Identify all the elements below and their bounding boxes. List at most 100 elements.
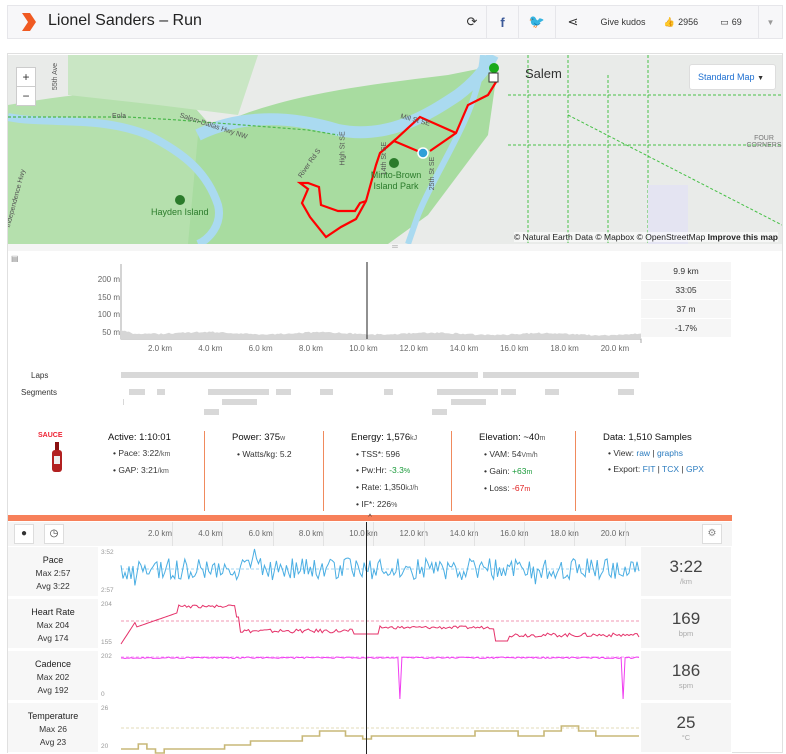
share-icon[interactable]: ⋖ [560, 6, 586, 38]
active-stats: Active: 1:10:01 • Pace: 3:22/km • GAP: 3… [108, 426, 171, 516]
facebook-icon[interactable]: f [486, 6, 518, 38]
x-tick: 4.0 km [198, 344, 223, 353]
segment-bar[interactable] [618, 389, 634, 395]
map-label-25th-st: 25th St SE [429, 156, 437, 191]
cursor-time: 33:05 [641, 281, 731, 299]
segment-bar[interactable] [432, 409, 447, 415]
export-fit-link[interactable]: FIT [643, 464, 656, 474]
unit: /km [679, 577, 693, 586]
give-kudos-button[interactable]: Give kudos [598, 6, 648, 38]
y-max-label: 3:52 [101, 549, 114, 556]
segment-bar[interactable] [123, 399, 124, 405]
unit: m [524, 486, 531, 493]
stat-label: • Pace: [113, 448, 141, 458]
gear-icon[interactable]: ⚙ [702, 524, 722, 544]
x-tick: 18.0 km [550, 344, 579, 353]
caret-down-icon: ▼ [757, 75, 764, 82]
activity-panel: Salem Minto-Brown Island Park Hayden Isl… [7, 53, 783, 754]
segment-bar[interactable] [545, 389, 559, 395]
view-graphs-link[interactable]: graphs [657, 448, 683, 458]
export-tcx-link[interactable]: TCX [662, 464, 679, 474]
pace-value: 3:22 [142, 448, 159, 458]
caret-down-icon[interactable]: ▼ [758, 6, 782, 38]
kudos-count[interactable]: 👍 2956 [661, 6, 701, 38]
stream-plot[interactable]: 3:52 2:57 [98, 547, 641, 596]
y-min-label: 0 [101, 691, 105, 698]
elevation-x-axis: 2.0 km 4.0 km 6.0 km 8.0 km 10.0 km 12.0 km 14… [8, 344, 648, 354]
map-attribution: © Natural Earth Data © Mapbox © OpenStre… [513, 232, 778, 242]
active-time: 1:10:01 [139, 432, 171, 443]
stream-line-chart [121, 656, 640, 700]
segment-bar[interactable] [129, 389, 145, 395]
power-stats: Power: 375w • Watts/kg: 5.2 [232, 426, 292, 516]
cursor-grade: -1.7% [641, 319, 731, 337]
stream-max: Max 2:57 [35, 568, 71, 578]
tick-line [473, 522, 475, 546]
map-canvas[interactable] [8, 55, 782, 244]
segment-bar[interactable] [437, 389, 498, 395]
route-map[interactable]: Salem Minto-Brown Island Park Hayden Isl… [8, 55, 782, 244]
segment-bar[interactable] [204, 409, 219, 415]
stream-max: Max 26 [39, 724, 67, 734]
tick-line [624, 522, 626, 546]
elevation-value: ~40 [523, 432, 540, 443]
unit: % [403, 468, 411, 475]
stream-avg: Avg 192 [37, 685, 69, 695]
refresh-icon[interactable]: ⟳ [460, 6, 484, 38]
zoom-in-button[interactable]: + [16, 67, 36, 87]
stat-label: • VAM: [484, 449, 510, 459]
segment-bar[interactable] [501, 389, 516, 395]
comment-count[interactable]: ▭ 69 [713, 6, 749, 38]
zoom-out-button[interactable]: − [16, 86, 36, 106]
stream-plot[interactable]: 26 20 [98, 703, 641, 754]
export-gpx-link[interactable]: GPX [686, 464, 704, 474]
stat-label: • GAP: [113, 465, 139, 475]
stream-row-temperature: Temperature Max 26 Avg 23 26 20 25 °C [8, 703, 732, 754]
y-tick: 150 m [97, 292, 120, 302]
current-value: 25 [676, 713, 696, 732]
map-style-select[interactable]: Standard Map ▼ [689, 64, 776, 90]
segment-bar[interactable] [222, 399, 257, 405]
samples-value: 1,510 Samples [628, 432, 692, 443]
tss-value: 596 [385, 449, 400, 459]
stream-line-chart [120, 604, 640, 645]
segment-bar[interactable] [208, 389, 269, 395]
x-tick: 10.0 km [349, 344, 378, 353]
stat-label: • Gain: [484, 466, 510, 476]
streams-toolbar: ● ◷ 2.0 km 4.0 km 6.0 km 8.0 km 10.0 km 12.0 … [8, 522, 732, 546]
unit: °C [681, 733, 691, 742]
sauce-logo-icon [22, 13, 36, 31]
collapse-bar[interactable]: ^ [8, 514, 732, 521]
stat-label: Power: [232, 432, 262, 443]
pwhr-value: -3.3 [389, 465, 404, 475]
stream-name: Cadence [34, 659, 72, 669]
unit: m [539, 435, 546, 442]
segment-bar[interactable] [157, 389, 165, 395]
segment-bar[interactable] [451, 399, 486, 405]
segment-bar[interactable] [276, 389, 291, 395]
axis-line [120, 264, 642, 343]
stat-label: • IF*: [356, 499, 375, 509]
stream-plot[interactable]: 204 155 [98, 599, 641, 648]
map-resize-handle[interactable]: ═ [8, 243, 782, 251]
improve-map-link[interactable]: Improve this map [708, 232, 778, 242]
lap-bar[interactable] [483, 372, 639, 378]
stream-label: Temperature Max 26 Avg 23 [8, 703, 98, 752]
lap-bar[interactable] [121, 372, 478, 378]
stat-label: • Pw:Hr: [356, 465, 387, 475]
map-label-14th-st: 14th St SE [381, 141, 389, 176]
stream-name: Pace [42, 555, 64, 565]
stream-plot[interactable]: 202 0 [98, 651, 641, 700]
segment-bar[interactable] [320, 389, 333, 395]
streams-x-axis: 2.0 km 4.0 km 6.0 km 8.0 km 10.0 km 12.0 km 14… [8, 522, 648, 546]
stat-label: • Export: [608, 464, 641, 474]
segment-bar[interactable] [384, 389, 393, 395]
unit: /km [159, 451, 171, 458]
view-raw-link[interactable]: raw [636, 448, 650, 458]
laps-label: Laps [31, 371, 49, 380]
twitter-icon[interactable]: 🐦 [518, 6, 556, 38]
unit: % [391, 502, 398, 509]
stream-line [121, 725, 639, 754]
map-label-high-st: High St SE [339, 131, 347, 166]
x-tick: 2.0 km [148, 344, 173, 353]
